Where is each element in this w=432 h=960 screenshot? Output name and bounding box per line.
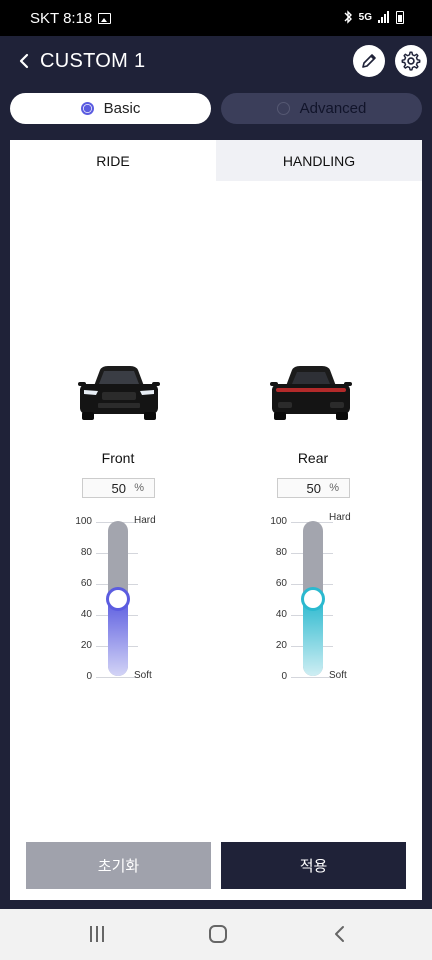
settings-button[interactable] [395,45,427,77]
recent-apps-button[interactable] [89,926,105,942]
pencil-icon [362,54,376,68]
rear-label: Rear [297,450,329,466]
rear-stiffness-slider[interactable]: 100 80 60 40 20 0 Hard Soft [265,512,385,686]
rear-percent-value: 50 [306,481,321,496]
grid-line [96,677,138,678]
back-button[interactable] [14,48,36,74]
grid-line [291,677,333,678]
tick-label: 60 [80,578,92,589]
tab-ride[interactable]: RIDE [10,140,216,181]
tick-label: 20 [80,640,92,651]
chevron-left-icon [19,53,29,69]
front-percent-unit: % [134,482,144,494]
slider-thumb[interactable] [106,586,130,611]
front-label: Front [101,450,135,466]
mode-basic-option[interactable]: Basic [10,93,211,124]
settings-card: RIDE HANDLING Front Rear 50 % 50 % 100 8… [10,140,422,900]
tick-label: 20 [275,640,287,651]
app-header: CUSTOM 1 [0,36,432,90]
tab-handling[interactable]: HANDLING [216,140,422,181]
bluetooth-icon [344,10,352,24]
radio-selected-icon [80,102,94,115]
rear-percent-input[interactable]: 50 % [277,478,350,498]
apply-button[interactable]: 적용 [221,842,406,889]
system-nav-bar [0,909,432,960]
status-right: 5G [343,10,404,24]
tick-label: 80 [275,547,287,558]
car-rear-image [270,366,352,420]
network-type: 5G [358,11,372,23]
gallery-icon [98,13,112,24]
chevron-left-icon [335,926,344,942]
slider-thumb[interactable] [301,586,325,611]
tick-label: 40 [80,609,92,620]
hard-label: Hard [134,515,156,526]
system-back-button[interactable] [330,924,350,944]
radio-unselected-icon [276,102,290,115]
mode-basic-label: Basic [103,100,141,117]
edit-button[interactable] [353,45,385,77]
soft-label: Soft [134,670,152,681]
tick-label: 100 [75,516,92,527]
recent-apps-icon [90,926,92,942]
carrier-time: SKT 8:18 [30,10,93,27]
page-title: CUSTOM 1 [40,50,146,72]
front-stiffness-slider[interactable]: 100 80 60 40 20 0 Hard Soft [70,515,190,686]
hard-label: Hard [329,512,351,523]
recent-apps-icon [96,926,98,942]
tick-label: 80 [80,547,92,558]
car-front-image [78,366,160,420]
rear-percent-unit: % [329,482,339,494]
mode-advanced-option[interactable]: Advanced [221,93,422,124]
reset-button[interactable]: 초기화 [26,842,211,889]
tick-label: 0 [86,671,92,682]
mode-advanced-label: Advanced [299,100,367,117]
recent-apps-icon [102,926,104,942]
front-percent-value: 50 [111,481,126,496]
tick-label: 60 [275,578,287,589]
battery-icon [396,10,404,24]
soft-label: Soft [329,670,347,681]
tick-label: 40 [275,609,287,620]
gear-icon [401,51,421,71]
tick-label: 100 [270,516,287,527]
status-left: SKT 8:18 [30,10,112,27]
tick-label: 0 [281,671,287,682]
front-percent-input[interactable]: 50 % [82,478,155,498]
home-button[interactable] [209,925,227,943]
status-bar: SKT 8:18 5G [0,0,432,36]
signal-icon [378,11,389,23]
